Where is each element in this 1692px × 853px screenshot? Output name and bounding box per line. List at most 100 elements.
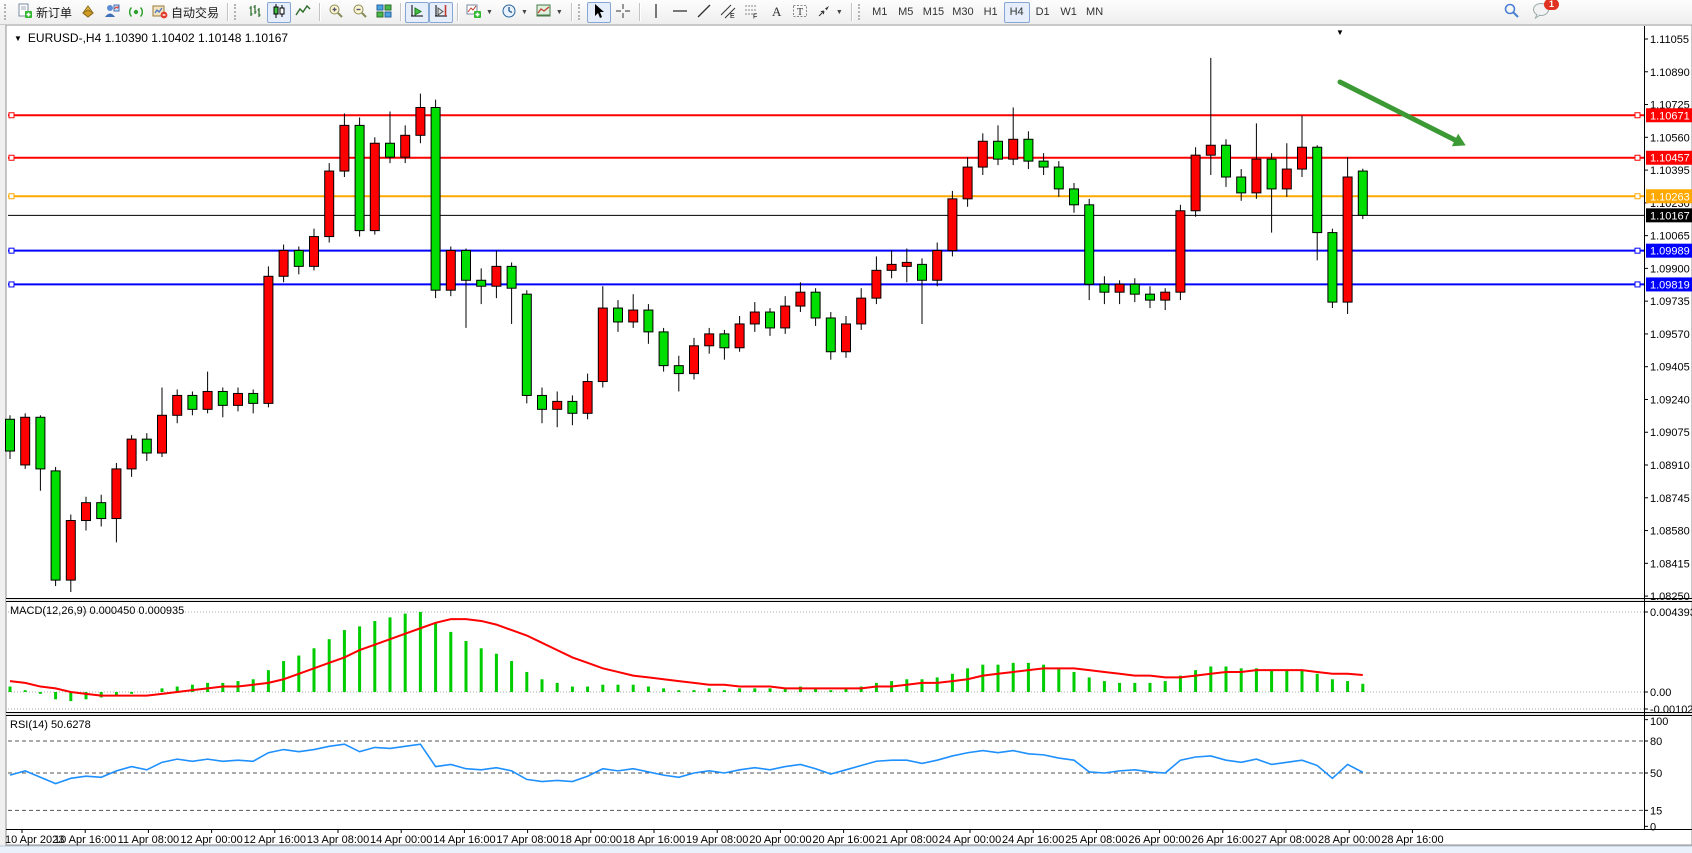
svg-text:1.08415: 1.08415 [1650,558,1690,570]
chart-title[interactable]: ▼ EURUSD-,H4 1.10390 1.10402 1.10148 1.1… [14,31,288,45]
chevron-down-icon: ▼ [556,9,563,16]
gold-icon [80,3,96,22]
vertical-line-button[interactable] [644,2,668,23]
svg-text:100: 100 [1650,716,1668,728]
crosshair-icon [615,3,631,22]
new-order-label: 新订单 [36,4,72,21]
svg-text:50: 50 [1650,768,1662,780]
market-watch-button[interactable] [76,2,100,23]
new-order-icon [17,3,33,22]
equidistant-channel-button[interactable]: E [716,2,740,23]
zoom-in-icon [328,3,344,22]
terminal-button[interactable] [100,2,124,23]
channel-icon: E [720,3,736,22]
tf-m15-button[interactable]: M15 [919,2,948,23]
svg-text:1.09989: 1.09989 [1650,246,1690,258]
chat-button[interactable]: 1 [1528,2,1554,23]
svg-text:T: T [797,7,803,18]
chart-shift-icon [433,3,449,22]
toolbar-drag-handle[interactable] [234,4,239,20]
chart-window[interactable]: 1.110551.108901.107251.105601.103951.102… [0,25,1692,853]
zoom-in-button[interactable] [324,2,348,23]
text-button[interactable]: A [764,2,788,23]
toolbar-separator [457,3,458,21]
tile-windows-button[interactable] [372,2,396,23]
rsi-label: RSI(14) 50.6278 [10,719,91,731]
toolbar-drag-handle[interactable] [4,4,9,20]
macd-label: MACD(12,26,9) 0.000450 0.000935 [10,605,184,617]
svg-text:14 Apr 00:00: 14 Apr 00:00 [370,834,432,846]
crosshair-button[interactable] [611,2,635,23]
svg-text:1.08580: 1.08580 [1650,526,1690,538]
svg-text:1.10263: 1.10263 [1650,191,1690,203]
zoom-out-button[interactable] [348,2,372,23]
indicators-button[interactable]: ▼ [462,2,497,23]
chart-menu-icon[interactable]: ▼ [1336,28,1344,37]
svg-text:1.10560: 1.10560 [1650,132,1690,144]
tf-h1-button[interactable]: H1 [978,2,1004,23]
tf-h4-button[interactable]: H4 [1004,2,1030,23]
text-icon: A [768,3,784,22]
new-order-button[interactable]: 新订单 [13,2,76,23]
templates-button[interactable]: ▼ [532,2,567,23]
svg-text:F: F [753,13,757,19]
cursor-arrow-icon [591,3,607,22]
toolbar-separator [571,3,572,21]
toolbar-drag-handle[interactable] [578,4,583,20]
toolbar-separator [319,3,320,21]
svg-text:12 Apr 00:00: 12 Apr 00:00 [180,834,242,846]
svg-text:1.09075: 1.09075 [1650,427,1690,439]
toolbar-separator [851,3,852,21]
signals-button[interactable] [124,2,148,23]
line-chart-button[interactable] [291,2,315,23]
chevron-down-icon: ▼ [486,9,493,16]
toolbar-drag-handle[interactable] [858,4,863,20]
tf-d1-button[interactable]: D1 [1030,2,1056,23]
svg-text:1.10671: 1.10671 [1650,110,1690,122]
horizontal-line-icon [672,3,688,22]
text-label-button[interactable]: T [788,2,812,23]
tf-mn-button[interactable]: MN [1082,2,1108,23]
toolbar-separator [639,3,640,21]
svg-text:24 Apr 00:00: 24 Apr 00:00 [939,834,1001,846]
candlestick-icon [271,3,287,22]
auto-scroll-button[interactable] [405,2,429,23]
tf-w1-button[interactable]: W1 [1056,2,1082,23]
svg-text:26 Apr 00:00: 26 Apr 00:00 [1128,834,1190,846]
svg-text:25 Apr 08:00: 25 Apr 08:00 [1065,834,1127,846]
chart-shift-button[interactable] [429,2,453,23]
svg-text:1.10065: 1.10065 [1650,231,1690,243]
svg-text:12 Apr 16:00: 12 Apr 16:00 [244,834,306,846]
tf-m30-button[interactable]: M30 [948,2,977,23]
tf-m5-button[interactable]: M5 [893,2,919,23]
svg-text:13 Apr 08:00: 13 Apr 08:00 [307,834,369,846]
toolbar-separator [227,3,228,21]
svg-text:28 Apr 00:00: 28 Apr 00:00 [1318,834,1380,846]
svg-text:1.08910: 1.08910 [1650,460,1690,472]
text-label-icon: T [792,3,808,22]
svg-text:19 Apr 08:00: 19 Apr 08:00 [686,834,748,846]
chevron-down-icon: ▼ [14,34,22,43]
svg-text:21 Apr 08:00: 21 Apr 08:00 [876,834,938,846]
tf-m1-button[interactable]: M1 [867,2,893,23]
svg-text:18 Apr 00:00: 18 Apr 00:00 [560,834,622,846]
search-button[interactable] [1499,2,1524,23]
trendline-button[interactable] [692,2,716,23]
svg-text:1.10395: 1.10395 [1650,165,1690,177]
periods-button[interactable]: ▼ [497,2,532,23]
candlestick-chart-button[interactable] [267,2,291,23]
svg-text:1.09819: 1.09819 [1650,279,1690,291]
horizontal-line-button[interactable] [668,2,692,23]
autotrading-button[interactable]: 自动交易 [148,2,223,23]
cursor-button[interactable] [587,2,611,23]
zoom-out-icon [352,3,368,22]
fibonacci-button[interactable]: F [740,2,764,23]
chart-canvas[interactable]: 1.110551.108901.107251.105601.103951.102… [0,25,1692,853]
arrows-tool-icon [816,3,832,22]
auto-scroll-icon [409,3,425,22]
arrows-tool-button[interactable]: ▼ [812,2,847,23]
svg-text:11 Apr 08:00: 11 Apr 08:00 [118,834,180,846]
bar-chart-button[interactable] [243,2,267,23]
clock-icon [501,3,517,22]
chevron-down-icon: ▼ [521,9,528,16]
